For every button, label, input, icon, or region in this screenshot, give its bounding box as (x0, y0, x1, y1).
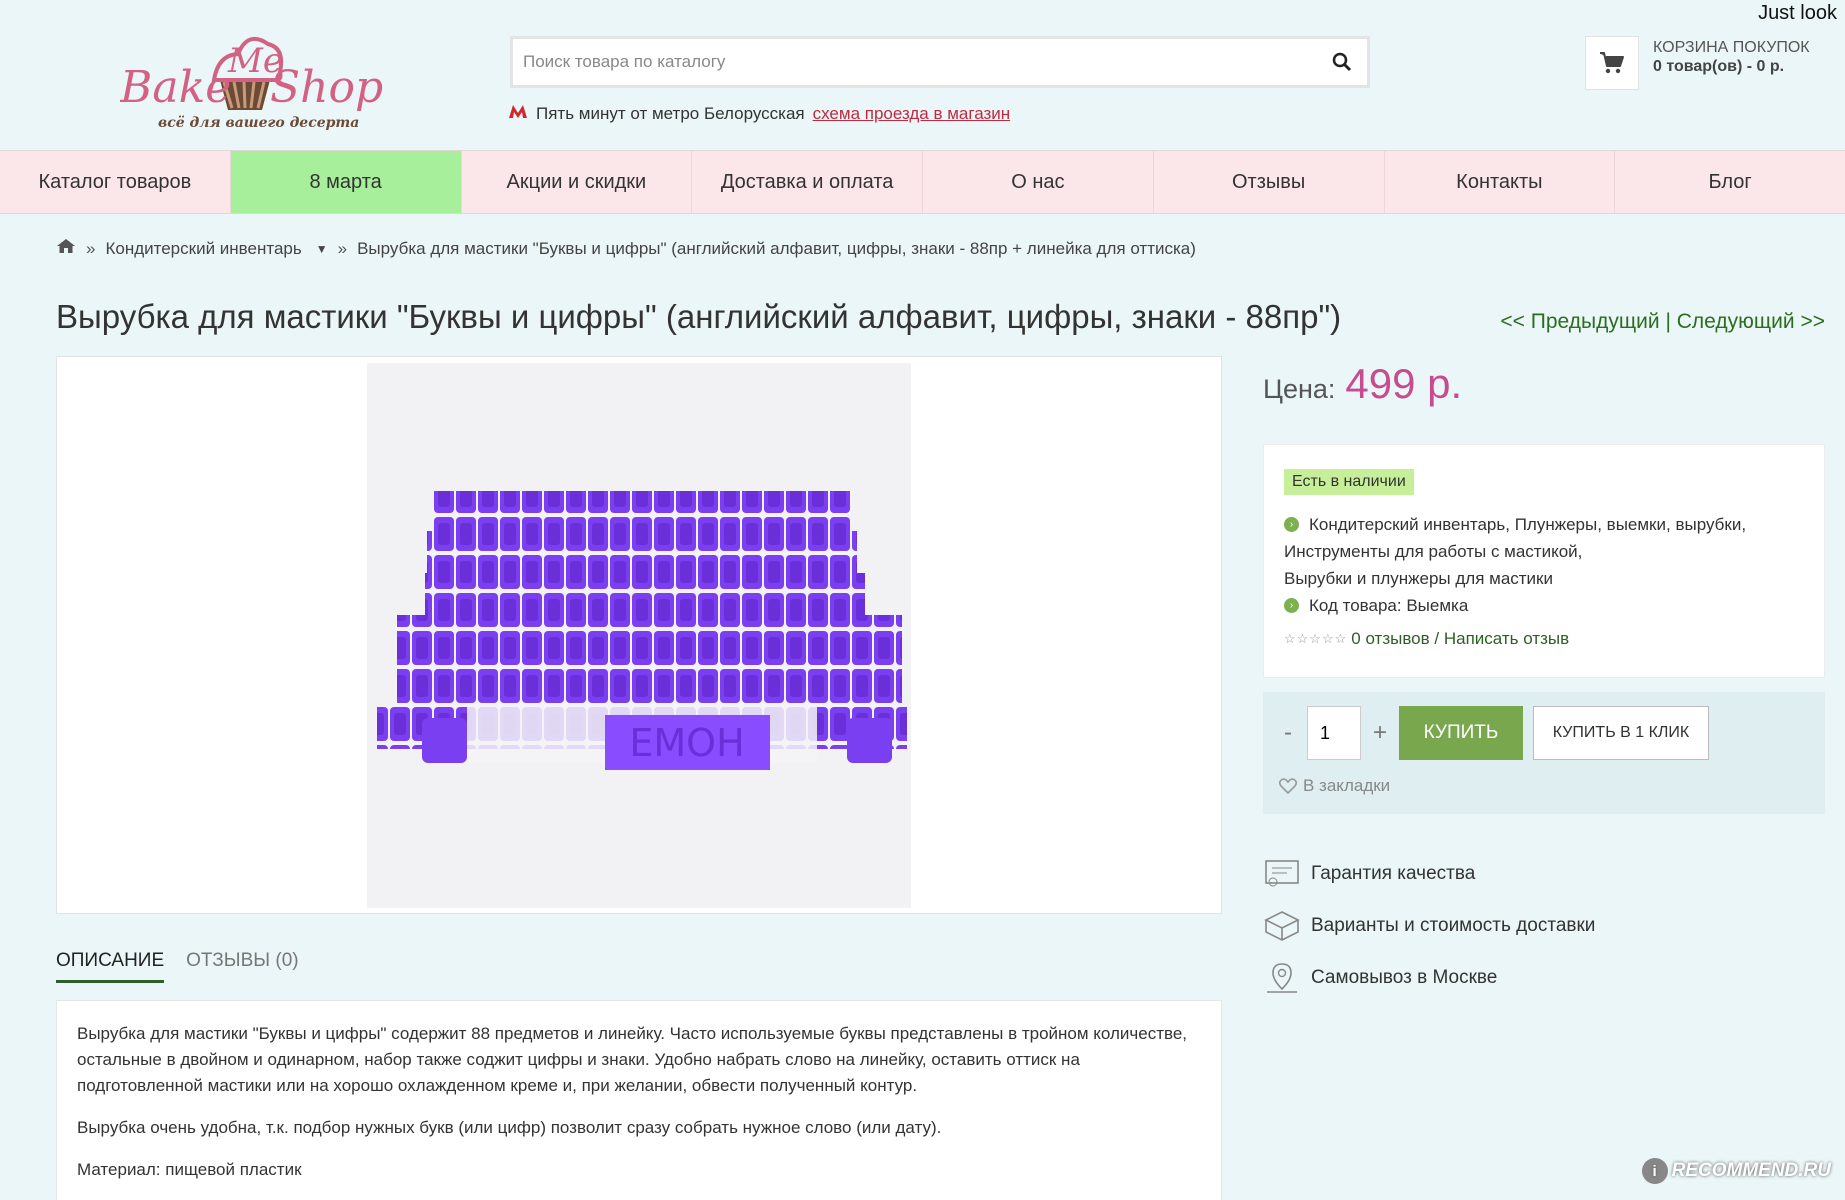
bookmark-label: В закладки (1303, 776, 1391, 795)
search-input[interactable] (513, 39, 1317, 85)
product-image[interactable]: EMOH (367, 363, 911, 908)
rating-row: ☆☆☆☆☆ 0 отзывов / Написать отзыв (1284, 629, 1804, 649)
prev-product-link[interactable]: << Предыдущий (1500, 310, 1659, 333)
nav-item-contacts[interactable]: Контакты (1385, 151, 1616, 213)
feature-label: Самовывоз в Москве (1311, 967, 1498, 988)
watermark-text: RECOMMEND.RU (1671, 1160, 1831, 1181)
metro-info: Пять минут от метро Белорусская схема пр… (508, 103, 1010, 124)
search-icon (1332, 52, 1352, 72)
categories-line[interactable]: Кондитерский инвентарь, Плунжеры, выемки… (1309, 511, 1746, 538)
breadcrumb-category[interactable]: Кондитерский инвентарь (105, 239, 301, 259)
price-block: Цена: 499 р. (1263, 360, 1462, 408)
product-image-panel: EMOH (56, 356, 1222, 914)
breadcrumb-current: Вырубка для мастики "Буквы и цифры" (анг… (357, 238, 1196, 258)
nav-item-blog[interactable]: Блог (1615, 151, 1845, 213)
reviews-link[interactable]: 0 отзывов / Написать отзыв (1351, 629, 1569, 649)
svg-text:Bake: Bake (120, 62, 231, 113)
feature-label: Варианты и стоимость доставки (1311, 915, 1596, 936)
svg-text:EMOH: EMOH (629, 721, 744, 765)
product-tabs: ОПИСАНИЕ ОТЗЫВЫ (0) (56, 950, 299, 983)
bookmark-button[interactable]: В закладки (1279, 776, 1809, 796)
product-description: Вырубка для мастики "Буквы и цифры" соде… (56, 1000, 1222, 1200)
nav-item-about[interactable]: О нас (923, 151, 1154, 213)
nav-item-march-8[interactable]: 8 марта (230, 151, 462, 213)
categories-line[interactable]: Вырубки и плунжеры для мастики (1284, 565, 1804, 592)
buy-one-click-button[interactable]: КУПИТЬ В 1 КЛИК (1533, 706, 1709, 760)
page-title: Вырубка для мастики "Буквы и цифры" (анг… (56, 298, 1342, 335)
categories-line[interactable]: Инструменты для работы с мастикой, (1284, 538, 1804, 565)
search-button[interactable] (1317, 39, 1367, 85)
breadcrumb-separator: » (86, 238, 96, 258)
watermark-bottom: i RECOMMEND.RU (1641, 1158, 1831, 1184)
categories-row: › Кондитерский инвентарь, Плунжеры, выем… (1284, 511, 1804, 538)
buy-button[interactable]: КУПИТЬ (1399, 706, 1523, 760)
directions-link[interactable]: схема проезда в магазин (813, 104, 1011, 124)
heart-icon (1279, 778, 1297, 794)
product-code: Код товара: Выемка (1309, 596, 1469, 615)
map-pin-icon (1263, 959, 1301, 997)
stock-badge: Есть в наличии (1284, 469, 1414, 495)
nav-item-sales[interactable]: Акции и скидки (462, 151, 693, 213)
svg-text:Shop: Shop (270, 62, 383, 113)
logo-graphic: Me Bake Shop всё для вашего десерта (119, 36, 383, 131)
price-label: Цена: (1263, 374, 1336, 404)
recommend-logo-icon: i (1641, 1158, 1668, 1184)
description-paragraph: Вырубка для мастики "Буквы и цифры" соде… (77, 1024, 1188, 1095)
certificate-icon (1263, 855, 1301, 893)
feature-label: Гарантия качества (1311, 863, 1476, 884)
product-code-row: › Код товара: Выемка (1284, 592, 1804, 619)
tab-description[interactable]: ОПИСАНИЕ (56, 950, 165, 983)
nav-item-reviews[interactable]: Отзывы (1154, 151, 1385, 213)
feature-quality[interactable]: Гарантия качества (1263, 848, 1595, 900)
quantity-input[interactable] (1307, 706, 1361, 760)
cart-summary[interactable]: КОРЗИНА ПОКУПОК 0 товар(ов) - 0 р. (1653, 38, 1810, 76)
breadcrumb-separator: » (337, 238, 348, 258)
svg-text:всё для вашего десерта: всё для вашего десерта (158, 115, 359, 131)
star-rating-icon: ☆☆☆☆☆ (1284, 631, 1348, 646)
chevron-right-icon: › (1284, 598, 1299, 613)
tab-reviews[interactable]: ОТЗЫВЫ (0) (186, 950, 298, 983)
breadcrumb: » Кондитерский инвентарь ▼ » Вырубка для… (56, 238, 1196, 259)
chevron-right-icon: › (1284, 517, 1299, 532)
qty-increase-button[interactable]: + (1371, 719, 1389, 747)
description-paragraph: Вырубка очень удобна, т.к. подбор нужных… (77, 1118, 942, 1137)
metro-text: Пять минут от метро Белорусская (536, 103, 805, 123)
search-bar (510, 36, 1370, 88)
next-product-link[interactable]: Следующий >> (1677, 310, 1825, 333)
price-value: 499 р. (1345, 360, 1463, 407)
product-pager: << Предыдущий | Следующий >> (1500, 310, 1825, 334)
product-info-box: Есть в наличии › Кондитерский инвентарь,… (1263, 444, 1825, 678)
nav-item-catalog[interactable]: Каталог товаров (0, 151, 231, 213)
buy-area: - + КУПИТЬ КУПИТЬ В 1 КЛИК В закладки (1263, 692, 1825, 814)
cart-title: КОРЗИНА ПОКУПОК (1653, 39, 1810, 56)
cart-button[interactable] (1585, 36, 1639, 90)
site-header: Just look Me Bake Shop всё для вашего де… (0, 0, 1845, 150)
metro-icon (508, 103, 528, 124)
qty-decrease-button[interactable]: - (1279, 719, 1297, 747)
description-paragraph: Материал: пищевой пластик (77, 1160, 302, 1179)
chevron-down-icon[interactable]: ▼ (316, 242, 328, 256)
site-logo[interactable]: Me Bake Shop всё для вашего десерта (119, 10, 410, 135)
feature-delivery[interactable]: Варианты и стоимость доставки (1263, 900, 1595, 952)
watermark-top: Just look (1758, 2, 1837, 24)
home-icon[interactable] (56, 238, 76, 259)
pager-divider: | (1665, 310, 1671, 333)
main-nav: Каталог товаров 8 марта Акции и скидки Д… (0, 150, 1845, 214)
box-icon (1263, 907, 1301, 945)
feature-pickup[interactable]: Самовывоз в Москве (1263, 952, 1595, 1004)
cart-count: 0 товар(ов) - 0 р. (1653, 58, 1785, 75)
features-list: Гарантия качества Варианты и стоимость д… (1263, 848, 1595, 1004)
nav-item-delivery[interactable]: Доставка и оплата (692, 151, 923, 213)
cart-icon (1600, 52, 1624, 74)
